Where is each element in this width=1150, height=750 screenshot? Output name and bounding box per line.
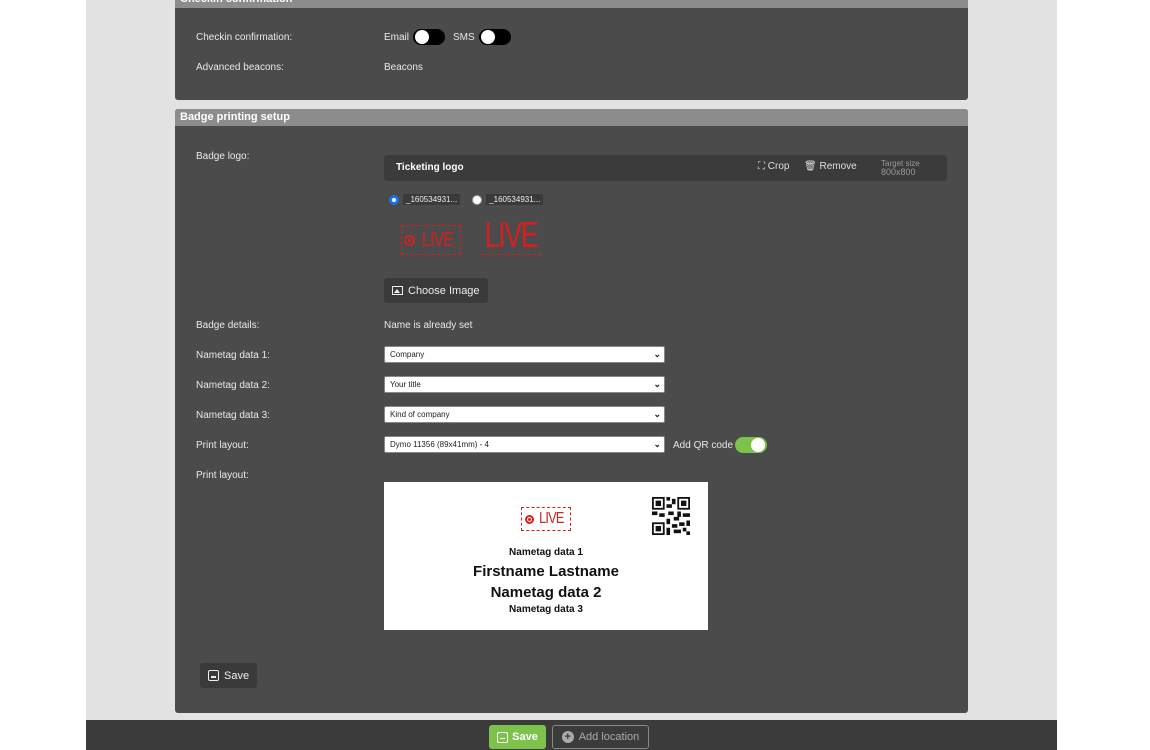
crop-icon: ⛶ bbox=[758, 161, 765, 172]
preview-nametag3: Nametag data 3 bbox=[509, 604, 583, 615]
checkin-confirmation-label: Checkin confirmation: bbox=[196, 32, 293, 43]
preview-logo-text: LIVE bbox=[539, 510, 564, 527]
nametag1-value: Company bbox=[390, 350, 425, 359]
trash-icon: 🗑 bbox=[804, 161, 817, 172]
logo-file-1: _160534931... bbox=[403, 194, 461, 205]
print-preview-label: Print layout: bbox=[196, 470, 249, 481]
logo-radio-1[interactable] bbox=[389, 194, 399, 205]
checkin-toggles: Email SMS bbox=[384, 29, 511, 45]
chevron-down-icon: ⌄ bbox=[653, 439, 661, 449]
logo-toolbar: Ticketing logo ⛶ Crop 🗑 Remove Target si… bbox=[384, 155, 947, 181]
logo-radio-2[interactable] bbox=[472, 194, 483, 205]
preview-nametag1: Nametag data 1 bbox=[509, 547, 583, 558]
image-icon bbox=[392, 286, 403, 295]
badge-preview: LIVE Nametag data 1 Firstname Lastname N… bbox=[384, 482, 708, 630]
qr-code-icon bbox=[652, 497, 690, 535]
qr-code-option: Add QR code bbox=[673, 437, 768, 453]
nametag2-label: Nametag data 2: bbox=[196, 380, 270, 391]
nametag2-value: Your title bbox=[390, 380, 421, 389]
preview-logo: LIVE bbox=[521, 507, 571, 531]
qr-code-label: Add QR code bbox=[673, 439, 734, 451]
logo-file-options: _160534931... _160534931... bbox=[389, 194, 544, 205]
print-layout-label: Print layout: bbox=[196, 440, 249, 451]
remove-label: Remove bbox=[819, 161, 857, 172]
badge-details-label: Badge details: bbox=[196, 320, 260, 331]
toggle-knob bbox=[480, 30, 495, 44]
beacons-value[interactable]: Beacons bbox=[384, 62, 423, 73]
logo-file-2: _160534931... bbox=[486, 194, 544, 205]
badge-details-value: Name is already set bbox=[384, 320, 473, 331]
logo-thumbnail-1-text: LIVE bbox=[422, 228, 454, 251]
sms-toggle[interactable] bbox=[478, 29, 511, 45]
record-icon bbox=[525, 514, 535, 524]
toggle-knob bbox=[415, 30, 430, 44]
badge-panel-title: Badge printing setup bbox=[175, 109, 968, 126]
sms-label: SMS bbox=[453, 31, 475, 43]
chevron-down-icon: ⌄ bbox=[653, 409, 661, 419]
nametag3-select[interactable]: Kind of company ⌄ bbox=[384, 406, 665, 423]
badge-panel: Badge printing setup Badge logo: Ticketi… bbox=[175, 109, 968, 713]
plus-circle-icon: + bbox=[561, 731, 574, 743]
nametag1-label: Nametag data 1: bbox=[196, 350, 270, 361]
crop-button[interactable]: ⛶ Crop bbox=[758, 161, 789, 172]
preview-name: Firstname Lastname bbox=[473, 563, 619, 580]
save-icon bbox=[208, 670, 219, 681]
nametag3-value: Kind of company bbox=[390, 410, 450, 419]
target-size-value: 800x800 bbox=[881, 167, 916, 177]
logo-thumbnail-2[interactable]: LIVE bbox=[481, 213, 541, 255]
checkin-panel-title: Checkin confirmation bbox=[175, 0, 968, 8]
badge-save-label: Save bbox=[224, 669, 250, 682]
record-icon bbox=[404, 234, 416, 246]
add-location-button[interactable]: + Add location bbox=[552, 725, 649, 749]
nametag2-select[interactable]: Your title ⌄ bbox=[384, 376, 665, 393]
qr-code-toggle[interactable] bbox=[735, 437, 768, 453]
toggle-knob bbox=[751, 438, 766, 452]
save-icon bbox=[497, 731, 509, 743]
nametag3-label: Nametag data 3: bbox=[196, 410, 270, 421]
nametag1-select[interactable]: Company ⌄ bbox=[384, 346, 665, 363]
badge-logo-label: Badge logo: bbox=[196, 151, 250, 162]
chevron-down-icon: ⌄ bbox=[653, 379, 661, 389]
print-layout-value: Dymo 11356 (89x41mm) - 4 bbox=[390, 440, 489, 449]
logo-toolbar-title: Ticketing logo bbox=[396, 162, 464, 173]
crop-label: Crop bbox=[767, 161, 790, 172]
target-size: Target size 800x800 bbox=[881, 159, 920, 177]
footer-save-button[interactable]: Save bbox=[489, 725, 546, 749]
checkin-panel: Checkin confirmation Checkin confirmatio… bbox=[175, 0, 968, 100]
email-label: Email bbox=[384, 31, 410, 43]
add-location-label: Add location bbox=[578, 731, 640, 743]
preview-nametag2: Nametag data 2 bbox=[490, 584, 602, 601]
logo-thumbnail-1[interactable]: LIVE bbox=[401, 225, 461, 255]
email-toggle[interactable] bbox=[413, 29, 446, 45]
choose-image-label: Choose Image bbox=[408, 284, 480, 297]
choose-image-button[interactable]: Choose Image bbox=[384, 278, 488, 303]
footer-save-label: Save bbox=[512, 731, 538, 743]
remove-button[interactable]: 🗑 Remove bbox=[804, 161, 857, 172]
badge-save-button[interactable]: Save bbox=[200, 663, 258, 688]
chevron-down-icon: ⌄ bbox=[653, 349, 661, 359]
logo-thumbnail-2-text: LIVE bbox=[484, 213, 539, 255]
advanced-beacons-label: Advanced beacons: bbox=[196, 62, 284, 73]
print-layout-select[interactable]: Dymo 11356 (89x41mm) - 4 ⌄ bbox=[384, 436, 665, 453]
